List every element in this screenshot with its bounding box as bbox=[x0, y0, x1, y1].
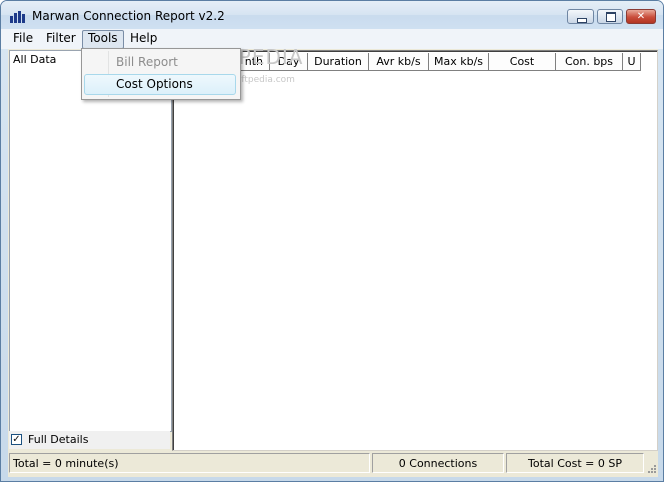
menu-item-bill-report-label: Bill Report bbox=[116, 55, 178, 69]
resize-grip-icon[interactable] bbox=[647, 464, 657, 474]
column-header-max-kbs[interactable]: Max kb/s bbox=[429, 53, 489, 71]
table-header: nth Day Duration Avr kb/s Max kb/s Cost … bbox=[175, 53, 655, 71]
menu-tools[interactable]: Tools bbox=[82, 30, 124, 49]
column-header-con-bps[interactable]: Con. bps bbox=[556, 53, 623, 71]
connection-table[interactable]: nth Day Duration Avr kb/s Max kb/s Cost … bbox=[172, 50, 658, 451]
close-button[interactable]: ✕ bbox=[626, 9, 656, 24]
full-details-label[interactable]: Full Details bbox=[28, 433, 88, 446]
menu-item-cost-options[interactable]: Cost Options bbox=[84, 74, 236, 95]
menu-bar: File Filter Tools Help bbox=[1, 29, 663, 49]
status-total-time: Total = 0 minute(s) bbox=[9, 453, 370, 473]
status-connections: 0 Connections bbox=[372, 453, 504, 473]
column-header-duration[interactable]: Duration bbox=[308, 53, 369, 71]
options-row: ✓ Full Details bbox=[9, 431, 170, 449]
data-tree[interactable]: All Data bbox=[9, 50, 172, 432]
menu-filter[interactable]: Filter bbox=[41, 30, 81, 47]
status-bar: Total = 0 minute(s) 0 Connections Total … bbox=[8, 451, 658, 475]
column-header-day[interactable]: Day bbox=[270, 53, 308, 71]
tools-dropdown-menu: Bill Report Cost Options bbox=[81, 48, 241, 100]
status-total-cost: Total Cost = 0 SP bbox=[506, 453, 644, 473]
column-header-cost[interactable]: Cost bbox=[489, 53, 556, 71]
full-details-checkbox[interactable]: ✓ bbox=[11, 434, 22, 445]
minimize-icon bbox=[577, 18, 587, 23]
tree-item-all-data[interactable]: All Data bbox=[13, 53, 56, 66]
window-title: Marwan Connection Report v2.2 bbox=[32, 9, 225, 23]
minimize-button[interactable] bbox=[567, 9, 594, 24]
maximize-icon bbox=[606, 12, 616, 22]
app-bars-icon bbox=[10, 11, 26, 23]
menu-item-bill-report: Bill Report bbox=[84, 52, 236, 73]
main-window: Marwan Connection Report v2.2 ✕ File Fil… bbox=[0, 0, 664, 482]
close-icon: ✕ bbox=[636, 11, 646, 22]
column-header-u[interactable]: U bbox=[623, 53, 641, 71]
title-bar[interactable]: Marwan Connection Report v2.2 ✕ bbox=[1, 1, 663, 29]
column-header-avr-kbs[interactable]: Avr kb/s bbox=[369, 53, 429, 71]
menu-help[interactable]: Help bbox=[125, 30, 162, 47]
client-area: All Data ✓ Full Details nth Day Duration… bbox=[8, 49, 658, 477]
menu-item-cost-options-label: Cost Options bbox=[116, 77, 193, 91]
menu-file[interactable]: File bbox=[8, 30, 38, 47]
maximize-button[interactable] bbox=[597, 9, 623, 24]
